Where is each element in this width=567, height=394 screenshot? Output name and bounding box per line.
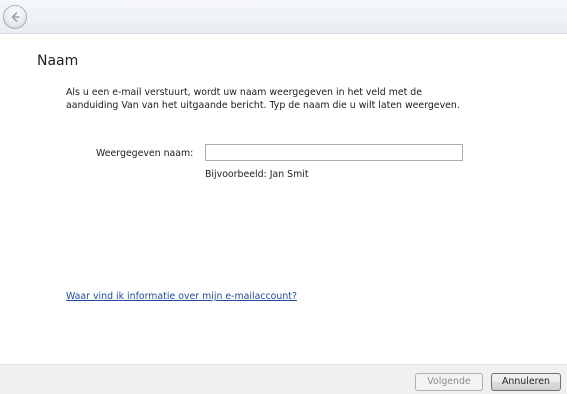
- wizard-header-bar: [0, 0, 567, 34]
- display-name-input[interactable]: [205, 144, 463, 161]
- email-account-help-link[interactable]: Waar vind ik informatie over mijn e-mail…: [66, 291, 297, 302]
- wizard-footer: Volgende Annuleren: [0, 364, 567, 394]
- back-button[interactable]: [3, 5, 27, 29]
- setup-wizard-window: Naam Als u een e-mail verstuurt, wordt u…: [0, 0, 567, 394]
- back-arrow-icon: [11, 12, 20, 22]
- example-text: Bijvoorbeeld: Jan Smit: [205, 169, 309, 180]
- display-name-label: Weergegeven naam:: [96, 148, 194, 159]
- cancel-button[interactable]: Annuleren: [491, 373, 561, 391]
- intro-text: Als u een e-mail verstuurt, wordt uw naa…: [66, 87, 460, 111]
- page-title: Naam: [37, 53, 79, 69]
- next-button[interactable]: Volgende: [415, 373, 483, 391]
